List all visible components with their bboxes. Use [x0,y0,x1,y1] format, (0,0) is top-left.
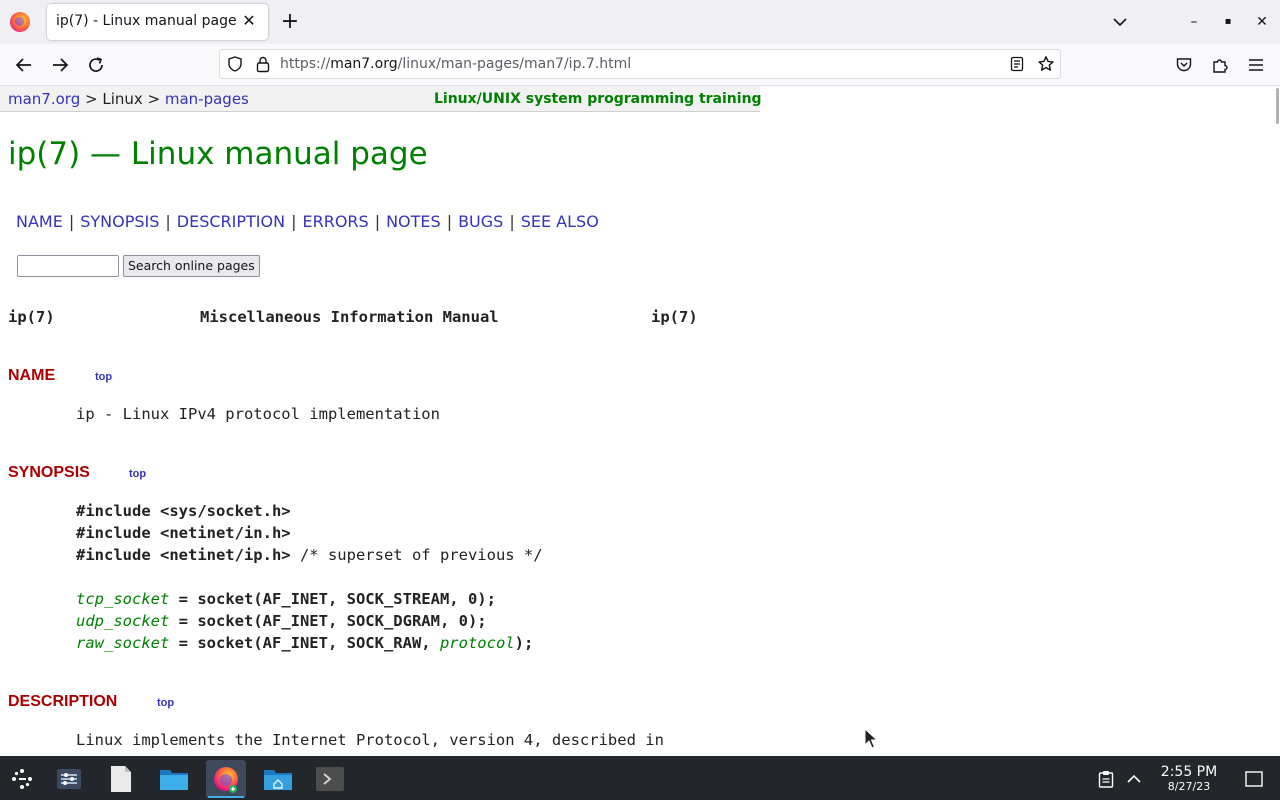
url-path: /linux/man-pages/man7/ip.7.html [397,56,632,72]
url-text[interactable]: https://man7.org/linux/man-pages/man7/ip… [280,56,631,72]
extensions-puzzle-icon[interactable] [1210,55,1230,75]
reader-view-icon[interactable] [1009,56,1025,72]
show-hidden-icons-chevron-up-icon[interactable] [1114,760,1154,798]
site-top-bar: man7.org > Linux > man-pages Linux/UNIX … [0,86,762,112]
browser-tab-bar: ip(7) - Linux manual page ✕ + – ▪ ✕ [0,0,1280,44]
section-separator: | [374,212,381,231]
tracking-protection-shield-icon[interactable] [227,56,243,72]
navigation-toolbar: https://man7.org/linux/man-pages/man7/ip… [0,44,1280,86]
show-desktop-icon[interactable] [1234,760,1274,798]
section-separator: | [446,212,453,231]
back-arrow-icon[interactable] [11,53,37,77]
section-link-description[interactable]: DESCRIPTION [177,212,285,231]
name-text: ip - Linux IPv4 protocol implementation [76,405,440,423]
top-link[interactable]: top [157,697,174,709]
section-separator: | [68,212,75,231]
breadcrumb-site-link[interactable]: man7.org [8,90,80,108]
section-nav: NAME | SYNOPSIS | DESCRIPTION | ERRORS | NOTES | B… [16,212,599,231]
forward-arrow-icon[interactable] [47,53,73,77]
section-link-synopsis[interactable]: SYNOPSIS [80,212,159,231]
url-bar[interactable]: https://man7.org/linux/man-pages/man7/ip… [219,49,1061,79]
socket-line: udp_socket = socket(AF_INET, SOCK_DGRAM,… [76,612,487,630]
section-link-bugs[interactable]: BUGS [458,212,503,231]
new-tab-button[interactable]: + [278,10,302,34]
page-content: man7.org > Linux > man-pages Linux/UNIX … [0,86,1270,756]
tab-close-icon[interactable]: ✕ [238,10,260,32]
application-launcher-icon[interactable] [2,760,42,798]
page-scrollbar-track[interactable] [1270,86,1280,756]
mouse-pointer-icon [864,727,879,750]
page-scrollbar-thumb[interactable] [1276,88,1279,124]
socket-call: socket(AF_INET, SOCK_RAW, [197,634,440,652]
taskbar: 2:55 PM 8/27/23 [0,756,1280,800]
socket-call: socket(AF_INET, SOCK_DGRAM, 0); [197,612,487,630]
clock-date[interactable]: 8/27/23 [1152,780,1226,793]
tab-title: ip(7) - Linux manual page [56,13,237,29]
socket-line: tcp_socket = socket(AF_INET, SOCK_STREAM… [76,590,496,608]
firefox-view-icon[interactable] [10,12,30,32]
man-header-center: Miscellaneous Information Manual [200,308,499,326]
include-comment: /* superset of previous */ [290,546,543,564]
close-window-button[interactable]: ✕ [1252,12,1272,32]
section-link-errors[interactable]: ERRORS [302,212,368,231]
description-text: Linux implements the Internet Protocol, … [76,731,664,749]
training-link[interactable]: Linux/UNIX system programming training [434,91,762,107]
socket-call: socket(AF_INET, SOCK_STREAM, 0); [197,590,496,608]
section-heading-name: NAME [8,367,56,384]
app-menu-hamburger-icon[interactable] [1246,55,1266,75]
man-header-left: ip(7) [8,308,55,326]
search-input[interactable] [17,255,119,277]
url-host: man7.org [330,56,398,72]
section-link-notes[interactable]: NOTES [386,212,441,231]
terminal-icon[interactable] [310,760,350,798]
lock-icon[interactable] [255,55,271,73]
socket-arg: protocol [439,634,515,652]
section-heading-description: DESCRIPTION [8,693,118,710]
section-separator: | [165,212,171,231]
breadcrumb-linux: Linux [102,90,143,108]
breadcrumb-man-pages-link[interactable]: man-pages [165,90,249,108]
file-manager-icon[interactable] [154,760,194,798]
system-settings-icon[interactable] [49,760,89,798]
include-directive: #include <sys/socket.h> [76,502,291,520]
breadcrumb: man7.org > Linux > man-pages [8,90,249,108]
include-line: #include <netinet/in.h> [76,524,291,542]
minimize-button[interactable]: – [1184,12,1204,32]
socket-eq: = [169,612,198,630]
section-link-name[interactable]: NAME [16,212,63,231]
socket-var: udp_socket [76,612,170,630]
firefox-taskbar-icon[interactable] [206,760,246,798]
home-folder-icon[interactable] [258,760,298,798]
url-prefix: https:// [280,56,331,72]
reload-icon[interactable] [83,53,109,77]
pocket-icon[interactable] [1174,55,1194,75]
socket-var: tcp_socket [76,590,170,608]
include-directive: #include <netinet/ip.h> [76,546,291,564]
text-editor-icon[interactable] [101,760,141,798]
socket-var: raw_socket [76,634,170,652]
search-online-pages-button[interactable]: Search online pages [123,255,260,277]
tab-active[interactable]: ip(7) - Linux manual page ✕ [47,4,268,40]
man-header-right: ip(7) [651,308,698,326]
list-all-tabs-chevron-icon[interactable] [1110,12,1130,32]
section-heading-synopsis: SYNOPSIS [8,464,90,481]
top-link[interactable]: top [129,468,146,480]
bookmark-star-icon[interactable] [1037,55,1055,73]
include-line: #include <sys/socket.h> [76,502,291,520]
page-title: ip(7) — Linux manual page [8,136,428,172]
maximize-button[interactable]: ▪ [1218,12,1238,32]
clock-time[interactable]: 2:55 PM [1152,764,1226,780]
top-link[interactable]: top [95,371,112,383]
section-separator: | [509,212,515,231]
section-separator: | [291,212,297,231]
socket-tail: ); [514,634,534,652]
include-directive: #include <netinet/in.h> [76,524,291,542]
socket-line: raw_socket = socket(AF_INET, SOCK_RAW, p… [76,634,533,652]
socket-eq: = [169,634,198,652]
section-link-see-also[interactable]: SEE ALSO [521,212,599,231]
breadcrumb-separator: > [142,90,165,108]
socket-eq: = [169,590,198,608]
breadcrumb-separator: > [80,90,103,108]
include-line: #include <netinet/ip.h> /* superset of p… [76,546,543,564]
